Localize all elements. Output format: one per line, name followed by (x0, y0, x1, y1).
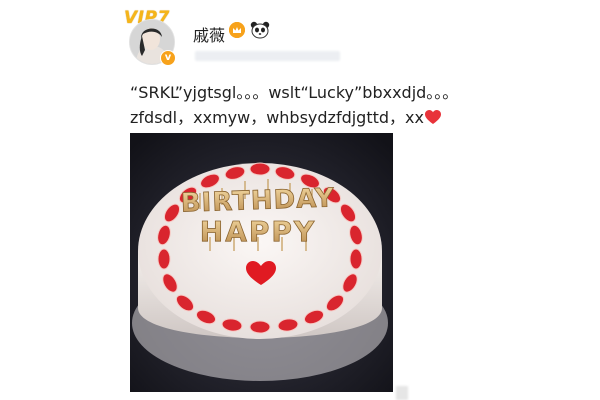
post-text-line-2: zfdsdl，xxmyw，whbsydzfdjgttd，xx (130, 108, 424, 127)
weibo-post: VIP7 v 戚薇 “SRKL”yjgtsgl。。。wslt“Lucky”bbx… (0, 0, 600, 400)
topper-happy: HAPPY (200, 215, 316, 248)
username[interactable]: 戚薇 (193, 22, 225, 46)
watermark-blurred (396, 386, 408, 400)
post-text-line-2-wrap: zfdsdl，xxmyw，whbsydzfdjgttd，xx (130, 105, 500, 132)
crown-icon (229, 22, 245, 38)
post-photo[interactable]: BIRTHDAY HAPPY (130, 133, 393, 392)
panda-icon (250, 21, 270, 44)
heart-icon (424, 107, 441, 132)
topper-birthday: BIRTHDAY (180, 183, 335, 218)
post-text: “SRKL”yjgtsgl。。。wslt“Lucky”bbxxdjd。。。 zf… (130, 80, 500, 132)
post-meta-blurred (195, 51, 340, 61)
birthday-cake-image: BIRTHDAY HAPPY (130, 133, 393, 392)
post-text-line-1: “SRKL”yjgtsgl。。。wslt“Lucky”bbxxdjd。。。 (130, 83, 459, 102)
verified-badge-icon: v (160, 50, 176, 66)
